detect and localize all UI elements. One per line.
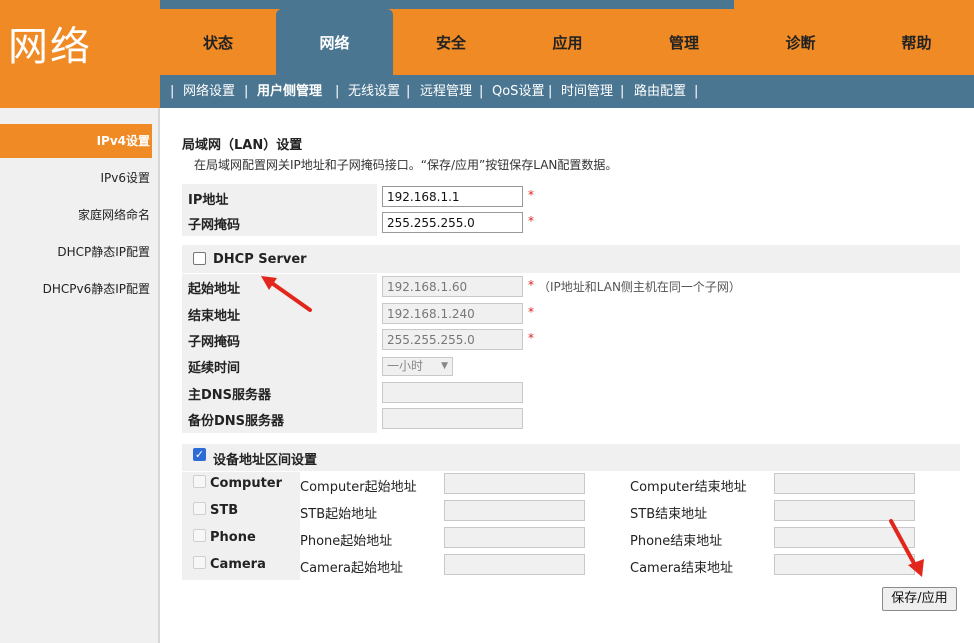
end-address-input[interactable] bbox=[382, 303, 523, 324]
sub-nav-separator: | bbox=[244, 84, 249, 99]
sidebar-item-home-network-name[interactable]: 家庭网络命名 bbox=[0, 198, 152, 232]
sub-nav-separator: | bbox=[548, 84, 553, 99]
computer-start-input[interactable] bbox=[444, 473, 585, 494]
lease-time-value: 一小时 bbox=[387, 359, 424, 373]
dhcp-server-checkbox[interactable] bbox=[193, 252, 206, 265]
range-settings-label: 设备地址区间设置 bbox=[213, 453, 318, 468]
required-mark: * bbox=[528, 305, 534, 319]
tab-diagnostics[interactable]: 诊断 bbox=[742, 9, 859, 75]
tab-applications[interactable]: 应用 bbox=[509, 9, 626, 75]
subnet-mask-label: 子网掩码 bbox=[188, 218, 241, 233]
stb-checkbox[interactable] bbox=[193, 502, 206, 515]
required-mark: * bbox=[528, 331, 534, 345]
camera-end-input[interactable] bbox=[774, 554, 915, 575]
camera-start-input[interactable] bbox=[444, 554, 585, 575]
sidebar: IPv4设置 IPv6设置 家庭网络命名 DHCP静态IP配置 DHCPv6静态… bbox=[0, 108, 160, 643]
camera-label: Camera bbox=[210, 557, 266, 572]
tab-management[interactable]: 管理 bbox=[626, 9, 742, 75]
sidebar-item-ipv6[interactable]: IPv6设置 bbox=[0, 161, 152, 195]
primary-dns-input[interactable] bbox=[382, 382, 523, 403]
main-nav: 状态 网络 安全 应用 管理 诊断 帮助 bbox=[160, 9, 974, 75]
sub-nav-separator: | bbox=[335, 84, 340, 99]
logo-text: 网络 bbox=[8, 24, 92, 70]
computer-end-label: Computer结束地址 bbox=[630, 480, 747, 495]
sidebar-item-ipv4[interactable]: IPv4设置 bbox=[0, 124, 152, 158]
subnet-hint: （IP地址和LAN侧主机在同一个子网） bbox=[538, 280, 741, 294]
dhcp-subnet-mask-input[interactable] bbox=[382, 329, 523, 350]
lease-time-select[interactable]: 一小时 ▼ bbox=[382, 357, 453, 376]
subnav-network-settings[interactable]: 网络设置 bbox=[183, 75, 235, 108]
start-address-input[interactable] bbox=[382, 276, 523, 297]
subnav-route-config[interactable]: 路由配置 bbox=[634, 75, 686, 108]
dhcp-server-label: DHCP Server bbox=[213, 252, 307, 267]
phone-label: Phone bbox=[210, 530, 256, 545]
chevron-down-icon: ▼ bbox=[441, 361, 448, 371]
page-description: 在局域网配置网关IP地址和子网掩码接口。“保存/应用”按钮保存LAN配置数据。 bbox=[194, 158, 618, 172]
logo-area: 网络 bbox=[0, 0, 160, 108]
start-address-label: 起始地址 bbox=[188, 282, 241, 297]
sub-nav-separator: | bbox=[170, 84, 175, 99]
computer-start-label: Computer起始地址 bbox=[300, 480, 417, 495]
stb-start-label: STB起始地址 bbox=[300, 507, 378, 522]
main-content: 局域网（LAN）设置 在局域网配置网关IP地址和子网掩码接口。“保存/应用”按钮… bbox=[160, 108, 974, 643]
sub-nav-separator: | bbox=[479, 84, 484, 99]
computer-end-input[interactable] bbox=[774, 473, 915, 494]
stb-label: STB bbox=[210, 503, 239, 518]
tab-security[interactable]: 安全 bbox=[393, 9, 509, 75]
tab-help[interactable]: 帮助 bbox=[859, 9, 974, 75]
required-mark: * bbox=[528, 278, 534, 292]
sidebar-item-dhcp-static-ip[interactable]: DHCP静态IP配置 bbox=[0, 235, 152, 269]
tab-network[interactable]: 网络 bbox=[276, 9, 393, 75]
secondary-dns-input[interactable] bbox=[382, 408, 523, 429]
stb-start-input[interactable] bbox=[444, 500, 585, 521]
camera-checkbox[interactable] bbox=[193, 556, 206, 569]
subnet-mask-input[interactable] bbox=[382, 212, 523, 233]
subnav-wireless-settings[interactable]: 无线设置 bbox=[348, 75, 400, 108]
phone-end-input[interactable] bbox=[774, 527, 915, 548]
tab-status[interactable]: 状态 bbox=[160, 9, 276, 75]
sub-nav-separator: | bbox=[620, 84, 625, 99]
lease-time-label: 延续时间 bbox=[188, 361, 241, 376]
subnav-user-side-management[interactable]: 用户侧管理 bbox=[257, 75, 322, 108]
range-settings-checkbox[interactable]: ✓ bbox=[193, 448, 206, 461]
phone-end-label: Phone结束地址 bbox=[630, 534, 723, 549]
save-apply-button[interactable]: 保存/应用 bbox=[882, 587, 957, 611]
primary-dns-label: 主DNS服务器 bbox=[188, 388, 272, 403]
subnav-qos-settings[interactable]: QoS设置 bbox=[492, 75, 544, 108]
stb-end-input[interactable] bbox=[774, 500, 915, 521]
secondary-dns-label: 备份DNS服务器 bbox=[188, 414, 285, 429]
computer-checkbox[interactable] bbox=[193, 475, 206, 488]
sub-nav-separator: | bbox=[694, 84, 699, 99]
phone-start-input[interactable] bbox=[444, 527, 585, 548]
phone-start-label: Phone起始地址 bbox=[300, 534, 393, 549]
page-title: 局域网（LAN）设置 bbox=[182, 138, 303, 153]
end-address-label: 结束地址 bbox=[188, 309, 241, 324]
subnav-remote-management[interactable]: 远程管理 bbox=[420, 75, 472, 108]
sub-nav: | 网络设置 | 用户侧管理 | 无线设置 | 远程管理 | QoS设置 | 时… bbox=[160, 75, 974, 108]
ip-address-label: IP地址 bbox=[188, 193, 229, 208]
ip-address-input[interactable] bbox=[382, 186, 523, 207]
top-strip-orange bbox=[734, 0, 974, 9]
sidebar-item-dhcpv6-static-ip[interactable]: DHCPv6静态IP配置 bbox=[0, 272, 152, 306]
camera-end-label: Camera结束地址 bbox=[630, 561, 734, 576]
stb-end-label: STB结束地址 bbox=[630, 507, 708, 522]
computer-label: Computer bbox=[210, 476, 283, 491]
sub-nav-separator: | bbox=[406, 84, 411, 99]
phone-checkbox[interactable] bbox=[193, 529, 206, 542]
required-mark: * bbox=[528, 188, 534, 202]
dhcp-subnet-mask-label: 子网掩码 bbox=[188, 335, 241, 350]
camera-start-label: Camera起始地址 bbox=[300, 561, 404, 576]
subnav-time-management[interactable]: 时间管理 bbox=[561, 75, 613, 108]
top-strip-blue bbox=[160, 0, 734, 9]
required-mark: * bbox=[528, 214, 534, 228]
